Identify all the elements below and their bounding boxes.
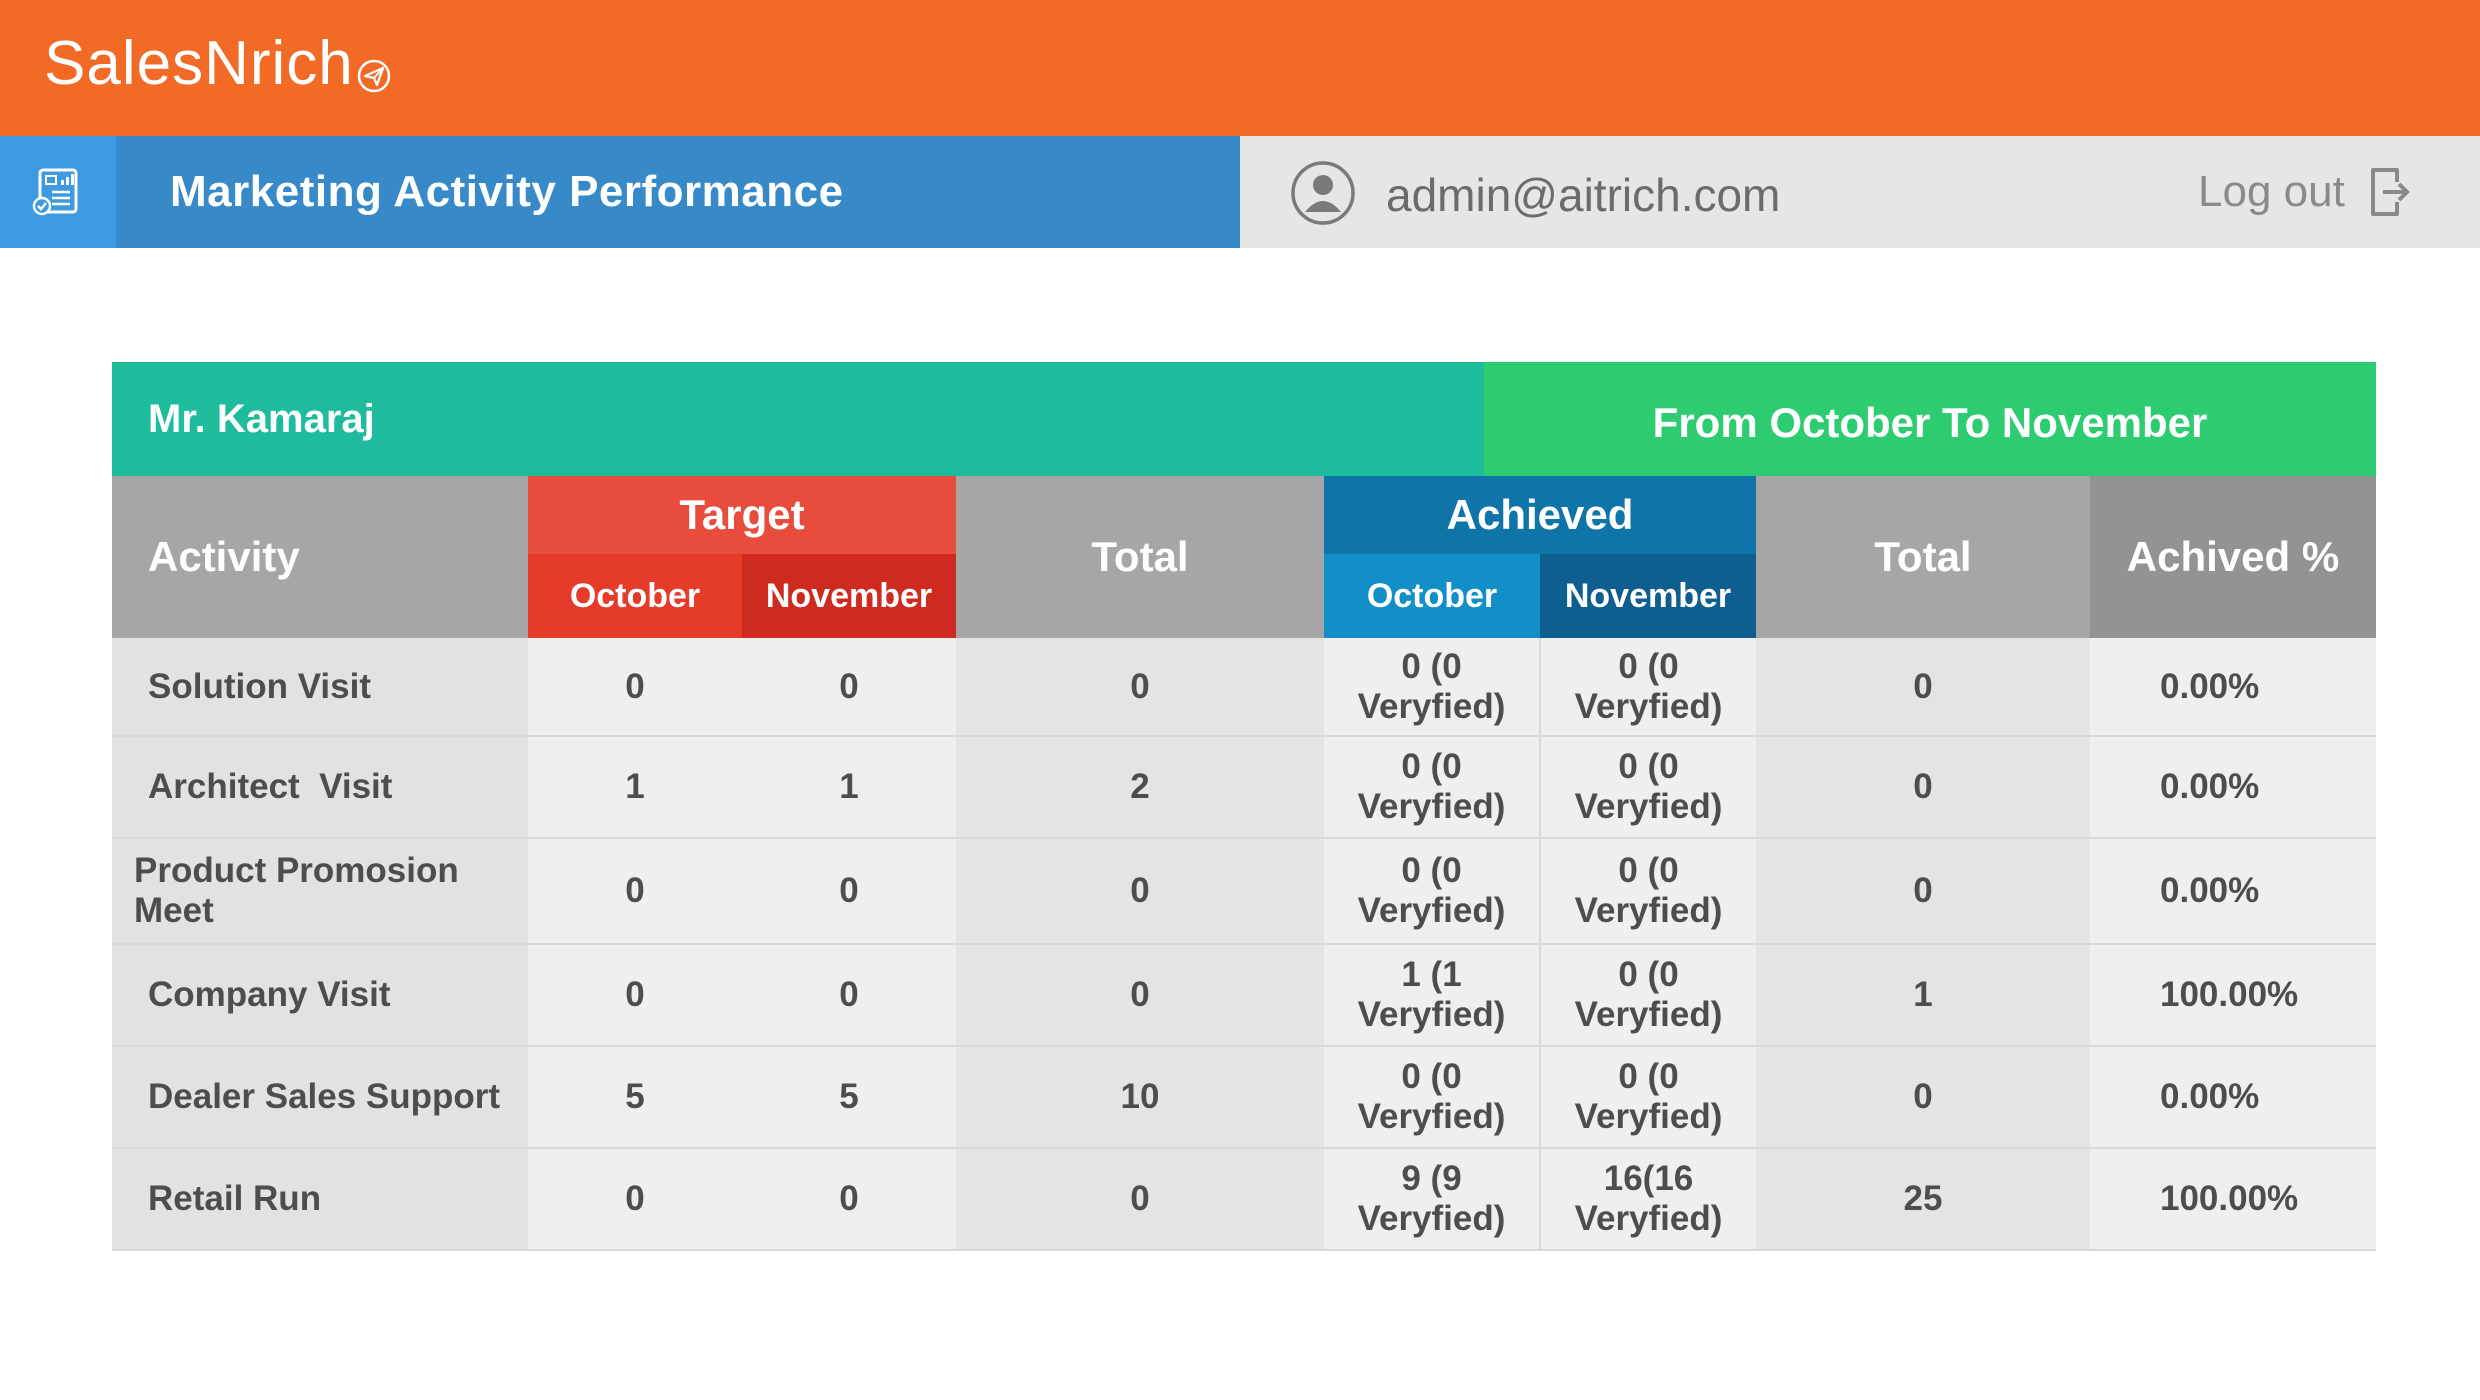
- brand-logo[interactable]: SalesNrich: [44, 28, 392, 108]
- col-achieved-pct: Achived %: [2090, 476, 2376, 638]
- cell-activity: Company Visit: [112, 944, 528, 1047]
- cell-achieved-november: 0 (0 Veryfied): [1540, 944, 1756, 1047]
- cell-target-total: 2: [956, 736, 1324, 839]
- col-target-november: November: [742, 554, 956, 638]
- logout-button[interactable]: Log out: [2198, 164, 2415, 220]
- col-target: Target: [528, 476, 956, 554]
- cell-achieved-october: 0 (0 Veryfied): [1324, 736, 1541, 839]
- brand-name: SalesNrich: [44, 29, 354, 98]
- cell-target-total: 0: [956, 1148, 1324, 1251]
- cell-achieved-november: 16(16 Veryfied): [1540, 1148, 1756, 1251]
- cell-achieved-total: 25: [1756, 1148, 2090, 1251]
- col-achieved-november: November: [1540, 554, 1756, 638]
- cell-achieved-october: 0 (0 Veryfied): [1324, 838, 1541, 945]
- cell-achieved-pct: 0.00%: [2090, 638, 2376, 737]
- cell-target-total: 0: [956, 638, 1324, 737]
- person-name: Mr. Kamaraj: [148, 396, 375, 441]
- person-header: Mr. Kamaraj: [112, 362, 1484, 476]
- table-row: Dealer Sales Support 5 5 10 0 (0 Veryfie…: [112, 1046, 2376, 1149]
- logout-label: Log out: [2198, 167, 2345, 216]
- cell-achieved-total: 0: [1756, 638, 2090, 737]
- report-band: Mr. Kamaraj From October To November: [112, 362, 2376, 476]
- col-achieved-october: October: [1324, 554, 1540, 638]
- cell-achieved-total: 0: [1756, 1046, 2090, 1149]
- page-title: Marketing Activity Performance: [170, 167, 844, 216]
- cell-achieved-total: 1: [1756, 944, 2090, 1047]
- col-target-total: Total: [956, 476, 1324, 638]
- cell-target-october: 0: [528, 1148, 742, 1251]
- brand-bar: SalesNrich: [0, 0, 2480, 136]
- paper-plane-icon: [356, 38, 392, 109]
- cell-achieved-total: 0: [1756, 838, 2090, 945]
- cell-target-october: 0: [528, 638, 742, 737]
- cell-target-october: 0: [528, 944, 742, 1047]
- cell-target-november: 0: [742, 944, 956, 1047]
- cell-target-november: 0: [742, 838, 956, 945]
- activity-table: Activity Target Total Achieved Total Ach…: [112, 476, 2376, 1251]
- col-achieved-total: Total: [1756, 476, 2090, 638]
- sub-header: Marketing Activity Performance admin@ait…: [0, 136, 2480, 248]
- cell-achieved-pct: 0.00%: [2090, 838, 2376, 945]
- cell-target-total: 10: [956, 1046, 1324, 1149]
- table-row: Product Promosion Meet 0 0 0 0 (0 Veryfi…: [112, 838, 2376, 945]
- cell-target-total: 0: [956, 944, 1324, 1047]
- table-row: Company Visit 0 0 0 1 (1 Veryfied) 0 (0 …: [112, 944, 2376, 1047]
- cell-target-october: 5: [528, 1046, 742, 1149]
- report-icon: [0, 136, 116, 248]
- cell-achieved-pct: 100.00%: [2090, 944, 2376, 1047]
- activity-report: Mr. Kamaraj From October To November Act…: [112, 362, 2376, 1251]
- table-row: Retail Run 0 0 0 9 (9 Veryfied) 16(16 Ve…: [112, 1148, 2376, 1251]
- cell-achieved-pct: 0.00%: [2090, 736, 2376, 839]
- cell-target-total: 0: [956, 838, 1324, 945]
- period-label: From October To November: [1652, 399, 2208, 446]
- cell-achieved-november: 0 (0 Veryfied): [1540, 838, 1756, 945]
- cell-activity: Solution Visit: [112, 638, 528, 737]
- cell-target-october: 0: [528, 838, 742, 945]
- col-achieved: Achieved: [1324, 476, 1756, 554]
- table-row: Solution Visit 0 0 0 0 (0 Veryfied) 0 (0…: [112, 638, 2376, 737]
- cell-achieved-october: 0 (0 Veryfied): [1324, 638, 1541, 737]
- cell-achieved-october: 1 (1 Veryfied): [1324, 944, 1541, 1047]
- table-row: Architect Visit 1 1 2 0 (0 Veryfied) 0 (…: [112, 736, 2376, 839]
- cell-achieved-november: 0 (0 Veryfied): [1540, 1046, 1756, 1149]
- col-activity: Activity: [112, 476, 528, 638]
- cell-achieved-pct: 100.00%: [2090, 1148, 2376, 1251]
- user-avatar-icon[interactable]: [1290, 160, 1356, 231]
- cell-activity: Architect Visit: [112, 736, 528, 839]
- cell-achieved-total: 0: [1756, 736, 2090, 839]
- page-title-bar: Marketing Activity Performance: [116, 136, 1240, 248]
- cell-activity: Retail Run: [112, 1148, 528, 1251]
- cell-target-october: 1: [528, 736, 742, 839]
- period-header: From October To November: [1484, 362, 2376, 476]
- user-email: admin@aitrich.com: [1386, 169, 1781, 221]
- cell-achieved-october: 9 (9 Veryfied): [1324, 1148, 1541, 1251]
- cell-target-november: 0: [742, 1148, 956, 1251]
- cell-activity: Product Promosion Meet: [112, 838, 528, 945]
- cell-achieved-pct: 0.00%: [2090, 1046, 2376, 1149]
- user-area: admin@aitrich.com Log out: [1240, 136, 2480, 248]
- logout-icon: [2370, 168, 2410, 216]
- cell-target-november: 0: [742, 638, 956, 737]
- col-target-october: October: [528, 554, 742, 638]
- cell-achieved-november: 0 (0 Veryfied): [1540, 736, 1756, 839]
- cell-achieved-october: 0 (0 Veryfied): [1324, 1046, 1541, 1149]
- cell-activity: Dealer Sales Support: [112, 1046, 528, 1149]
- cell-achieved-november: 0 (0 Veryfied): [1540, 638, 1756, 737]
- cell-target-november: 5: [742, 1046, 956, 1149]
- cell-target-november: 1: [742, 736, 956, 839]
